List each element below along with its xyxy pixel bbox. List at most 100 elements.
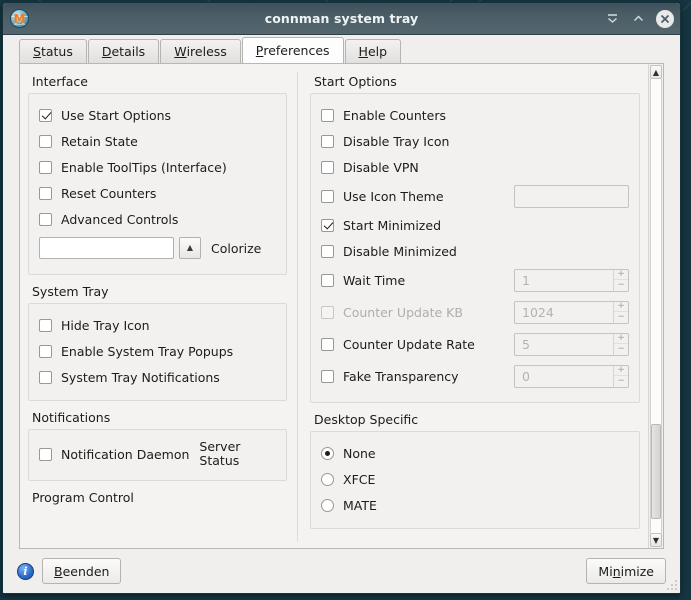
colorize-up-arrow-icon[interactable]: ▲	[179, 237, 201, 259]
checkbox-notification-daemon[interactable]	[39, 447, 52, 461]
counter-update-kb-spinner[interactable]: 1024 + −	[514, 300, 629, 324]
counter-update-kb-arrows[interactable]: + −	[613, 301, 628, 323]
option-notification-daemon[interactable]: Notification Daemon Server Status	[39, 439, 276, 469]
option-enable-tooltips[interactable]: Enable ToolTips (Interface)	[39, 155, 276, 179]
checkbox-enable-tray-popups[interactable]	[39, 344, 52, 358]
tab-status-mnemonic: S	[33, 44, 41, 59]
checkbox-counter-update-kb[interactable]	[321, 305, 334, 319]
option-hide-tray-icon[interactable]: Hide Tray Icon	[39, 313, 276, 337]
status-bar: i Beenden Mi n imize	[3, 549, 680, 593]
option-wait-time[interactable]: Wait Time 1 + −	[321, 265, 629, 295]
scroll-down-icon[interactable]: ▼	[650, 533, 662, 547]
option-disable-tray-icon[interactable]: Disable Tray Icon	[321, 129, 629, 153]
option-use-start-options[interactable]: Use Start Options	[39, 103, 276, 127]
app-icon[interactable]: M	[10, 9, 29, 28]
scroll-up-icon[interactable]: ▲	[650, 65, 662, 79]
checkbox-use-start-options[interactable]	[39, 108, 52, 122]
radio-option-none[interactable]: None	[321, 441, 629, 465]
program-control-group-title: Program Control	[32, 490, 134, 505]
radio-xfce[interactable]	[321, 472, 334, 486]
radio-option-xfce[interactable]: XFCE	[321, 467, 629, 491]
app-icon-letter: M	[13, 11, 26, 26]
tab-details[interactable]: Details	[87, 39, 160, 63]
option-retain-state[interactable]: Retain State	[39, 129, 276, 153]
option-reset-counters[interactable]: Reset Counters	[39, 181, 276, 205]
checkbox-fake-transparency[interactable]	[321, 369, 334, 383]
label-enable-counters: Enable Counters	[343, 107, 447, 123]
option-advanced-controls[interactable]: Advanced Controls	[39, 207, 276, 231]
tab-details-mnemonic: D	[101, 44, 112, 59]
tab-help[interactable]: Help	[344, 39, 402, 63]
interface-group-title: Interface	[32, 74, 88, 89]
tab-preferences[interactable]: Preferences	[241, 37, 344, 63]
checkbox-wait-time[interactable]	[321, 273, 334, 287]
checkbox-start-minimized[interactable]	[321, 218, 334, 232]
option-counter-update-kb[interactable]: Counter Update KB 1024 + −	[321, 297, 629, 327]
label-start-minimized: Start Minimized	[343, 217, 441, 233]
shade-icon[interactable]	[604, 10, 621, 27]
radio-none[interactable]	[321, 446, 334, 460]
checkbox-advanced-controls[interactable]	[39, 212, 52, 226]
left-column: Interface Use Start Options Retain State…	[28, 72, 298, 542]
spinner-down-icon[interactable]: −	[614, 312, 628, 323]
checkbox-tray-notifications[interactable]	[39, 370, 52, 384]
fake-transparency-arrows[interactable]: + −	[613, 365, 628, 387]
spinner-up-icon[interactable]: +	[614, 302, 628, 312]
label-mate: MATE	[343, 497, 377, 513]
spinner-up-icon[interactable]: +	[614, 334, 628, 344]
wait-time-spinner[interactable]: 1 + −	[514, 268, 629, 292]
tab-status[interactable]: Status	[19, 39, 87, 63]
spinner-up-icon[interactable]: +	[614, 366, 628, 376]
radio-mate[interactable]	[321, 498, 334, 512]
vertical-scrollbar[interactable]: ▲ ▼	[648, 64, 663, 548]
scroll-thumb[interactable]	[651, 424, 661, 520]
close-icon[interactable]	[656, 9, 674, 28]
label-fake-transparency: Fake Transparency	[343, 368, 459, 384]
icon-theme-input[interactable]	[514, 184, 629, 208]
spinner-down-icon[interactable]: −	[614, 280, 628, 291]
checkbox-counter-update-rate[interactable]	[321, 337, 334, 351]
notifications-group-title: Notifications	[32, 410, 111, 425]
window-titlebar[interactable]: M connman system tray	[3, 3, 680, 35]
radio-option-mate[interactable]: MATE	[321, 493, 629, 517]
scroll-track[interactable]	[650, 79, 662, 533]
checkbox-enable-tooltips[interactable]	[39, 160, 52, 174]
option-enable-tray-popups[interactable]: Enable System Tray Popups	[39, 339, 276, 363]
option-tray-notifications[interactable]: System Tray Notifications	[39, 365, 276, 389]
option-enable-counters[interactable]: Enable Counters	[321, 103, 629, 127]
spinner-up-icon[interactable]: +	[614, 270, 628, 280]
maximize-icon[interactable]	[630, 10, 647, 27]
minimize-button-prefix: Mi	[598, 563, 613, 579]
tab-help-label: elp	[367, 44, 388, 59]
option-start-minimized[interactable]: Start Minimized	[321, 213, 629, 237]
resize-grip-icon[interactable]	[667, 580, 677, 590]
counter-update-rate-arrows[interactable]: + −	[613, 333, 628, 355]
option-fake-transparency[interactable]: Fake Transparency 0 + −	[321, 361, 629, 391]
checkbox-disable-vpn[interactable]	[321, 160, 334, 174]
checkbox-hide-tray-icon[interactable]	[39, 318, 52, 332]
checkbox-retain-state[interactable]	[39, 134, 52, 148]
right-column: Start Options Enable Counters Disable Tr…	[298, 72, 648, 542]
tab-details-label: etails	[111, 44, 146, 59]
minimize-button[interactable]: Mi n imize	[586, 558, 666, 584]
option-disable-vpn[interactable]: Disable VPN	[321, 155, 629, 179]
quit-button[interactable]: Beenden	[42, 558, 122, 584]
label-server-status: Server Status	[199, 439, 241, 468]
checkbox-disable-tray-icon[interactable]	[321, 134, 334, 148]
option-counter-update-rate[interactable]: Counter Update Rate 5 + −	[321, 329, 629, 359]
checkbox-use-icon-theme[interactable]	[321, 189, 334, 203]
info-icon[interactable]: i	[17, 562, 34, 580]
option-disable-minimized[interactable]: Disable Minimized	[321, 239, 629, 263]
checkbox-reset-counters[interactable]	[39, 186, 52, 200]
checkbox-enable-counters[interactable]	[321, 108, 334, 122]
checkbox-disable-minimized[interactable]	[321, 244, 334, 258]
spinner-down-icon[interactable]: −	[614, 344, 628, 355]
tab-preferences-label: references	[263, 43, 330, 58]
counter-update-rate-spinner[interactable]: 5 + −	[514, 332, 629, 356]
wait-time-arrows[interactable]: + −	[613, 269, 628, 291]
option-use-icon-theme[interactable]: Use Icon Theme	[321, 181, 629, 211]
colorize-input[interactable]	[39, 237, 174, 259]
fake-transparency-spinner[interactable]: 0 + −	[514, 364, 629, 388]
spinner-down-icon[interactable]: −	[614, 376, 628, 387]
tab-wireless[interactable]: Wireless	[160, 39, 241, 63]
